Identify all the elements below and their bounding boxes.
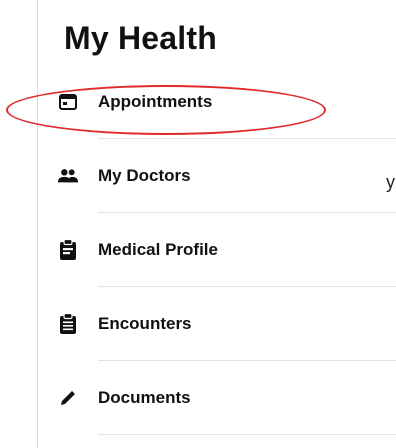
menu-item-label: Appointments bbox=[98, 92, 213, 111]
divider bbox=[98, 434, 396, 435]
health-menu: Appointments My Doctors Medical Profile … bbox=[38, 65, 396, 435]
menu-item-label: Documents bbox=[98, 388, 191, 407]
menu-item-label: Medical Profile bbox=[98, 240, 218, 259]
my-health-panel: My Health Appointments My Doctors Medica… bbox=[37, 0, 396, 448]
menu-item-encounters[interactable]: Encounters bbox=[38, 287, 396, 361]
menu-item-label: My Doctors bbox=[98, 166, 191, 185]
menu-item-appointments[interactable]: Appointments bbox=[38, 65, 396, 139]
people-icon bbox=[57, 165, 79, 187]
menu-item-my-doctors[interactable]: My Doctors bbox=[38, 139, 396, 213]
page-title: My Health bbox=[64, 20, 217, 56]
menu-item-label: Encounters bbox=[98, 314, 192, 333]
clipboard-badge-icon bbox=[57, 239, 79, 261]
page: y My Health Appointments My Doctors Medi… bbox=[0, 0, 396, 448]
menu-item-medical-profile[interactable]: Medical Profile bbox=[38, 213, 396, 287]
clipboard-list-icon bbox=[57, 313, 79, 335]
calendar-icon bbox=[57, 91, 79, 113]
pencil-icon bbox=[57, 387, 79, 409]
menu-item-documents[interactable]: Documents bbox=[38, 361, 396, 435]
